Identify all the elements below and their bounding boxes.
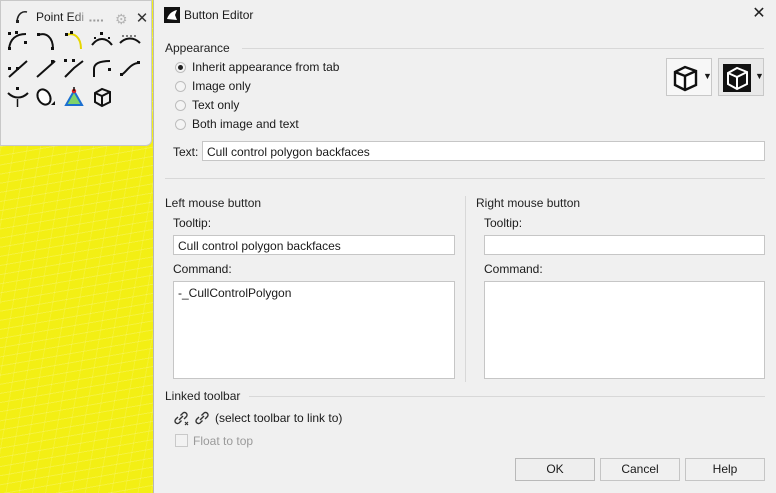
right-tooltip-label: Tooltip:	[484, 216, 523, 230]
left-command-field[interactable]: -_CullControlPolygon	[173, 281, 455, 379]
weight-icon[interactable]	[6, 85, 30, 109]
dialog-title: Button Editor	[184, 8, 254, 22]
right-command-field[interactable]	[484, 281, 765, 379]
point-edit-title-icon	[16, 10, 28, 23]
section-separator	[165, 178, 765, 179]
link-hint-text: (select toolbar to link to)	[215, 411, 343, 425]
button-editor-dialog: Button Editor ✕ Appearance Inherit appea…	[153, 0, 776, 493]
curve-edit-icon[interactable]	[90, 57, 114, 81]
radio-label: Both image and text	[192, 117, 299, 131]
chain-link-icon[interactable]	[193, 409, 211, 427]
close-icon[interactable]: ✕	[752, 6, 766, 22]
rhino-app-icon	[164, 7, 180, 23]
left-tooltip-field[interactable]: Cull control polygon backfaces	[173, 235, 455, 255]
small-image-button[interactable]: ▼	[718, 58, 764, 96]
left-mouse-label: Left mouse button	[165, 196, 262, 210]
appearance-label: Appearance	[165, 41, 230, 55]
float-to-top-checkbox[interactable]	[175, 434, 188, 447]
radio-button[interactable]	[175, 81, 186, 92]
remove-knot-icon[interactable]	[34, 57, 58, 81]
remove-point-icon[interactable]	[118, 29, 142, 53]
right-mouse-label: Right mouse button	[476, 196, 581, 210]
radio-button[interactable]	[175, 119, 186, 130]
large-image-button[interactable]: ▼	[666, 58, 712, 96]
insert-kink-icon[interactable]	[62, 57, 86, 81]
radio-label: Inherit appearance from tab	[192, 60, 340, 74]
gear-icon[interactable]: ⚙	[115, 12, 129, 26]
right-command-label: Command:	[484, 262, 543, 276]
cull-backfaces-icon[interactable]	[62, 85, 86, 109]
left-tooltip-label: Tooltip:	[173, 216, 212, 230]
close-icon[interactable]: ✕	[135, 11, 149, 26]
left-command-label: Command:	[173, 262, 232, 276]
move-uvn-icon[interactable]	[118, 57, 142, 81]
linked-toolbar-separator	[249, 396, 765, 397]
link-toolbar-icon[interactable]	[172, 409, 190, 427]
cube-polygon-icon[interactable]	[90, 85, 114, 109]
column-separator	[465, 196, 466, 382]
float-to-top-label: Float to top	[193, 434, 254, 448]
linked-toolbar-label: Linked toolbar	[165, 389, 241, 403]
text-field[interactable]: Cull control polygon backfaces	[202, 141, 765, 161]
ok-button[interactable]: OK	[515, 458, 595, 481]
cancel-button[interactable]: Cancel	[600, 458, 680, 481]
insert-knot-icon[interactable]	[6, 57, 30, 81]
grip-icon[interactable]: ▪▪▪▪	[89, 16, 104, 25]
handlebar-icon[interactable]	[62, 29, 86, 53]
radio-label: Image only	[192, 79, 251, 93]
right-tooltip-field[interactable]	[484, 235, 765, 255]
radio-label: Text only	[192, 98, 240, 112]
insert-point-icon[interactable]	[90, 29, 114, 53]
text-label: Text:	[173, 145, 199, 159]
appearance-separator	[242, 48, 764, 49]
toolbar-titlebar[interactable]: Point Edi ▪▪▪▪ ⚙ ✕	[1, 5, 153, 26]
dropdown-arrow-icon: ▼	[755, 71, 764, 81]
points-on-icon[interactable]	[6, 29, 30, 53]
cube-dark-icon	[723, 64, 751, 92]
edit-points-on-icon[interactable]	[34, 29, 58, 53]
dropdown-arrow-icon: ▼	[703, 71, 712, 81]
radio-button-checked[interactable]	[175, 62, 186, 73]
radio-button[interactable]	[175, 100, 186, 111]
hide-points-icon[interactable]	[34, 85, 58, 109]
help-button[interactable]: Help	[685, 458, 765, 481]
point-edit-toolbar: Point Edi ▪▪▪▪ ⚙ ✕	[0, 0, 152, 146]
cube-light-icon	[673, 65, 698, 92]
